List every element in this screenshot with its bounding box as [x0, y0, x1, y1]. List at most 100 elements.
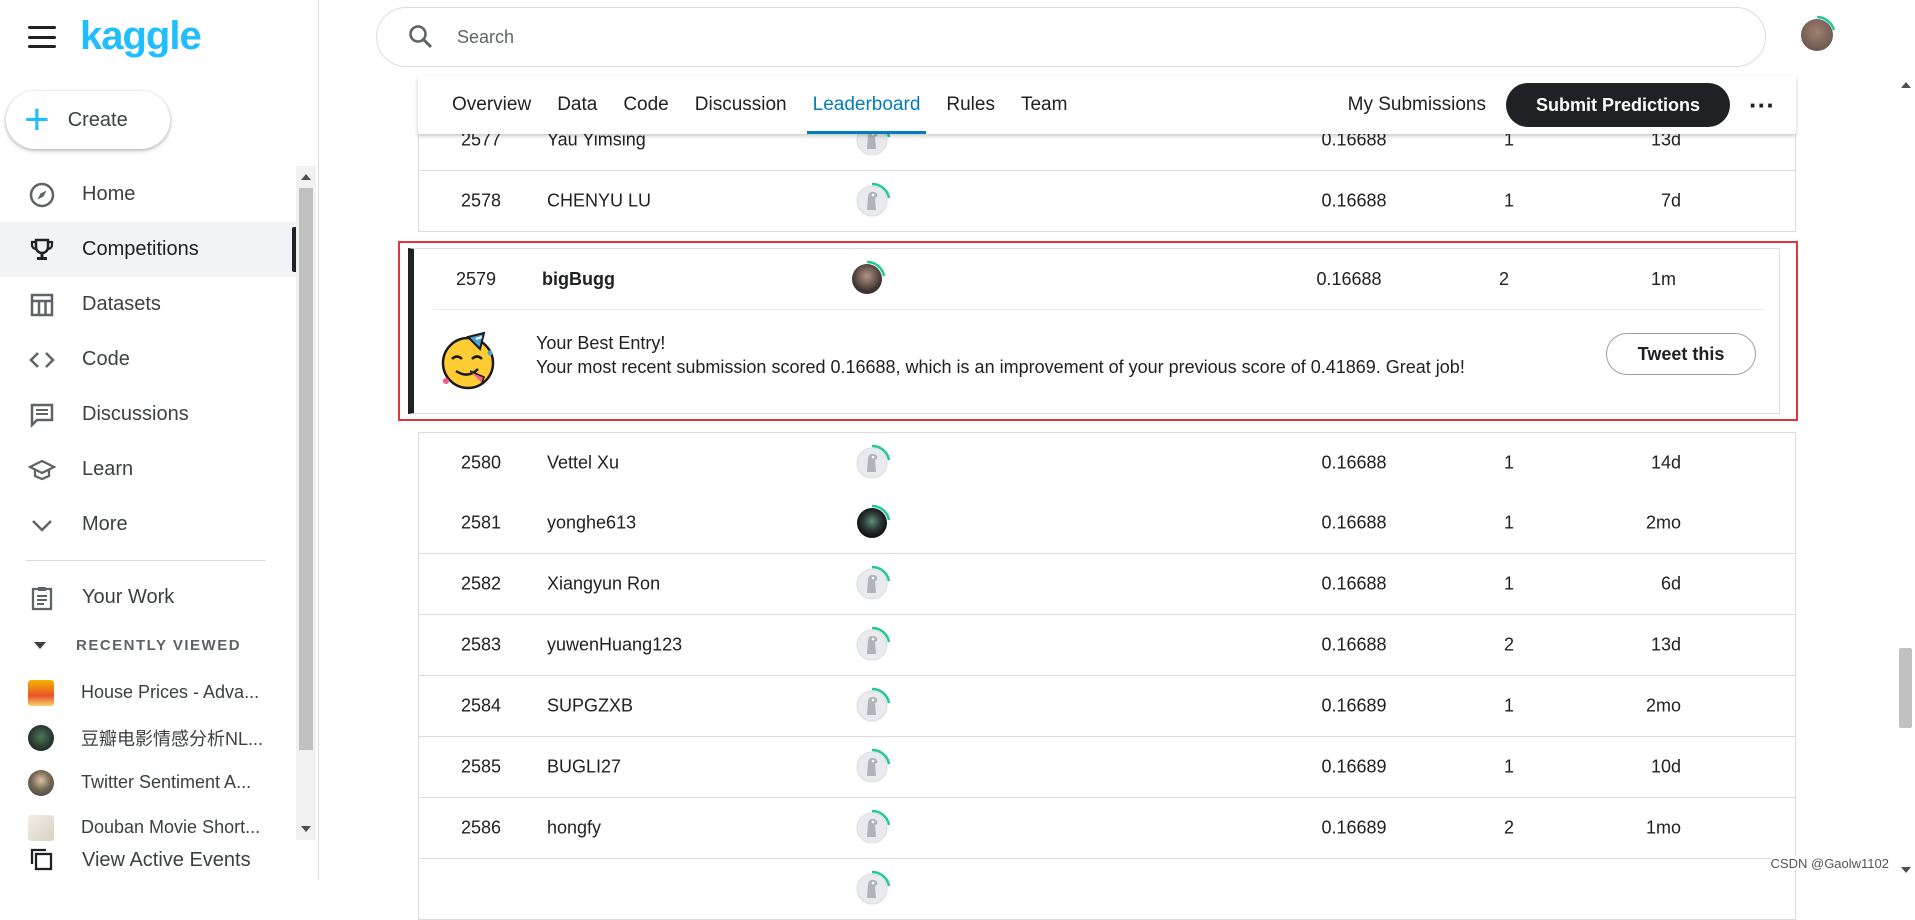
entries-cell: 2	[1503, 634, 1514, 655]
score-cell: 0.16689	[1321, 817, 1387, 838]
last-submission-cell: 1mo	[1645, 817, 1681, 838]
tab-code[interactable]: Code	[621, 76, 670, 134]
last-submission-cell: 10d	[1650, 756, 1681, 777]
sidebar-scrollbar[interactable]	[296, 166, 316, 840]
tab-overview[interactable]: Overview	[450, 76, 533, 134]
rank-cell: 2583	[460, 634, 502, 655]
team-name[interactable]: BUGLI27	[547, 757, 621, 778]
default-avatar-icon[interactable]	[853, 809, 891, 847]
tab-discussion[interactable]: Discussion	[693, 76, 789, 134]
highlight-frame	[398, 241, 1798, 421]
table-row[interactable]: 2583 yuwenHuang123 0.16688 2 13d	[418, 615, 1796, 676]
scroll-up-icon[interactable]	[1901, 82, 1911, 88]
table-row[interactable]: 2578 CHENYU LU 0.16688 1 7d	[418, 171, 1796, 232]
comment-icon	[27, 400, 57, 430]
entries-cell: 1	[1503, 756, 1514, 777]
team-name[interactable]: SUPGZXB	[547, 696, 633, 717]
table-row[interactable]	[418, 859, 1796, 920]
table-row[interactable]: 2582 Xiangyun Ron 0.16688 1 6d	[418, 554, 1796, 615]
table-row[interactable]: 2580 Vettel Xu 0.16688 1 14d	[418, 432, 1796, 494]
team-name[interactable]: yuwenHuang123	[547, 635, 682, 656]
sidebar-item-label: Competitions	[82, 238, 199, 260]
last-submission-cell: 2mo	[1645, 695, 1681, 716]
rank-cell: 2581	[460, 512, 502, 533]
team-name[interactable]: yonghe613	[547, 513, 636, 534]
recent-item[interactable]: House Prices - Adva...	[0, 670, 296, 715]
tab-team[interactable]: Team	[1019, 76, 1069, 134]
sidebar-item-your-work[interactable]: Your Work	[0, 570, 296, 625]
recent-avatar	[28, 724, 54, 751]
tab-data[interactable]: Data	[555, 76, 599, 134]
page-scrollbar[interactable]	[1896, 76, 1915, 879]
recent-item-label: 豆瓣电影情感分析NL...	[81, 728, 264, 749]
recent-item-label: Douban Movie Short...	[81, 817, 261, 837]
recent-thumbnail	[28, 814, 54, 841]
team-name[interactable]: Xiangyun Ron	[547, 574, 660, 595]
table-row[interactable]: 2585 BUGLI27 0.16689 1 10d	[418, 737, 1796, 798]
tab-actions: My Submissions Submit Predictions ···	[1348, 83, 1796, 127]
table-row[interactable]: 2586 hongfy 0.16689 2 1mo	[418, 798, 1796, 859]
scroll-down-icon[interactable]	[301, 826, 311, 832]
team-name[interactable]: Vettel Xu	[547, 453, 619, 474]
sidebar-item-discussions[interactable]: Discussions	[0, 387, 296, 442]
recently-viewed-toggle[interactable]: RECENTLY VIEWED	[26, 637, 241, 654]
score-cell: 0.16688	[1321, 452, 1387, 473]
menu-icon[interactable]	[28, 26, 56, 48]
default-avatar-icon[interactable]	[853, 748, 891, 786]
chevron-down-icon	[27, 510, 57, 540]
scrollbar-thumb[interactable]	[299, 188, 313, 750]
recent-item[interactable]: Twitter Sentiment A...	[0, 760, 296, 805]
code-icon	[27, 345, 57, 375]
sidebar: kaggle + Create Home Competitions Datase…	[0, 0, 319, 879]
default-avatar-icon[interactable]	[853, 626, 891, 664]
table-icon	[27, 290, 57, 320]
sidebar-item-competitions[interactable]: Competitions	[0, 222, 296, 277]
default-avatar-icon[interactable]	[853, 870, 891, 908]
submit-predictions-button[interactable]: Submit Predictions	[1505, 83, 1730, 127]
sidebar-item-more[interactable]: More	[0, 497, 296, 552]
sidebar-item-datasets[interactable]: Datasets	[0, 277, 296, 332]
tab-leaderboard[interactable]: Leaderboard	[806, 76, 927, 134]
rank-cell: 2578	[460, 190, 502, 211]
school-icon	[27, 455, 57, 485]
sidebar-item-learn[interactable]: Learn	[0, 442, 296, 497]
create-button[interactable]: + Create	[6, 91, 170, 149]
default-avatar-icon[interactable]	[853, 182, 891, 220]
score-cell: 0.16689	[1321, 756, 1387, 777]
competition-tabbar: Overview Data Code Discussion Leaderboar…	[418, 76, 1796, 134]
sidebar-item-home[interactable]: Home	[0, 167, 296, 222]
user-avatar[interactable]	[1801, 19, 1833, 51]
sidebar-item-label: More	[82, 513, 128, 535]
last-submission-cell: 7d	[1660, 190, 1681, 211]
default-avatar-icon[interactable]	[853, 565, 891, 603]
photo-avatar[interactable]	[853, 504, 891, 542]
rank-cell: 2580	[460, 452, 502, 473]
search-input[interactable]	[455, 25, 1659, 49]
team-name[interactable]: CHENYU LU	[547, 191, 651, 212]
kaggle-logo[interactable]: kaggle	[80, 14, 202, 59]
scroll-down-icon[interactable]	[1901, 867, 1911, 873]
watermark: CSDN @Gaolw1102	[1770, 856, 1889, 871]
recent-item[interactable]: 豆瓣电影情感分析NL...	[0, 715, 296, 760]
my-submissions-link[interactable]: My Submissions	[1348, 94, 1486, 116]
more-options-icon[interactable]: ···	[1742, 92, 1782, 118]
default-avatar-icon[interactable]	[853, 687, 891, 725]
default-avatar-icon[interactable]	[853, 444, 891, 482]
search-bar[interactable]	[376, 7, 1766, 67]
sidebar-item-label: Code	[82, 348, 130, 370]
create-label: Create	[67, 108, 128, 131]
scrollbar-thumb[interactable]	[1899, 648, 1912, 728]
table-row[interactable]: 2584 SUPGZXB 0.16689 1 2mo	[418, 676, 1796, 737]
sidebar-item-label: Discussions	[82, 403, 189, 425]
table-row[interactable]: 2581 yonghe613 0.16688 1 2mo	[418, 493, 1796, 554]
sidebar-item-code[interactable]: Code	[0, 332, 296, 387]
tab-rules[interactable]: Rules	[944, 76, 997, 134]
team-name[interactable]: hongfy	[547, 818, 601, 839]
entries-cell: 2	[1503, 817, 1514, 838]
scroll-up-icon[interactable]	[301, 174, 311, 180]
score-cell: 0.16689	[1321, 695, 1387, 716]
recent-list: House Prices - Adva... 豆瓣电影情感分析NL... Twi…	[0, 670, 296, 850]
view-active-events-link[interactable]: View Active Events	[0, 840, 296, 879]
sidebar-nav: Home Competitions Datasets Code Discussi…	[0, 167, 296, 552]
last-submission-cell: 13d	[1650, 634, 1681, 655]
